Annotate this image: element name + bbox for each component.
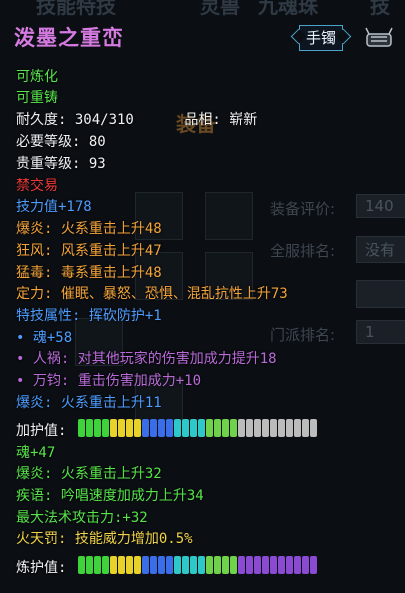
slot-badge: 手镯 xyxy=(299,25,344,51)
bar-segment xyxy=(118,556,125,574)
bar-segment xyxy=(142,556,149,574)
stat-line: 定力: 催眠、暴怒、恐惧、混乱抗性上升73 xyxy=(16,286,288,302)
stat-line: 猛毒: 毒系重击上升48 xyxy=(16,265,162,281)
bar-segment xyxy=(310,556,317,574)
bar-segment xyxy=(110,556,117,574)
bar-segment xyxy=(206,419,213,437)
bar-segment xyxy=(166,556,173,574)
bar-segment xyxy=(94,556,101,574)
bar-segment xyxy=(214,419,221,437)
bar-segment xyxy=(206,556,213,574)
bar-segment xyxy=(102,556,109,574)
close-icon[interactable] xyxy=(364,26,394,52)
bar-segment xyxy=(246,556,253,574)
bar-segment xyxy=(78,556,85,574)
bar-segment xyxy=(150,419,157,437)
bar-segment xyxy=(158,419,165,437)
bar-segment xyxy=(134,419,141,437)
bar-segment xyxy=(134,556,141,574)
bar-segment xyxy=(166,419,173,437)
stat-line: 爆炎: 火系重击上升11 xyxy=(16,395,162,411)
bar-segment xyxy=(110,419,117,437)
bar-segment xyxy=(270,556,277,574)
stat-line: 可炼化 xyxy=(16,69,58,85)
bar-segment xyxy=(302,556,309,574)
stat-line: 最大法术攻击力:+32 xyxy=(16,510,148,526)
bar-segment xyxy=(198,419,205,437)
special-attr-line: 特技属性: 挥砍防护+1 xyxy=(16,308,162,324)
bar-segment xyxy=(182,419,189,437)
bar-segment xyxy=(198,556,205,574)
bar-segment xyxy=(278,556,285,574)
bar-segment xyxy=(126,419,133,437)
refine-label: 炼护值: xyxy=(16,560,67,576)
bar-segment xyxy=(94,419,101,437)
bar-segment xyxy=(302,419,309,437)
bar-segment xyxy=(102,419,109,437)
no-trade-line: 禁交易 xyxy=(16,178,58,194)
required-level-line: 必要等级: 80 xyxy=(16,134,106,150)
item-name: 泼墨之重峦 xyxy=(14,26,124,50)
bar-segment xyxy=(270,419,277,437)
item-tooltip: 泼墨之重峦 手镯 可炼化 可重铸 耐久度: 304/310 品相: 崭新 必要等… xyxy=(0,0,405,593)
bar-segment xyxy=(294,419,301,437)
bar-segment xyxy=(86,556,93,574)
stat-line: 可重铸 xyxy=(16,90,58,106)
bar-segment xyxy=(118,419,125,437)
bar-segment xyxy=(294,556,301,574)
stat-line: 狂风: 风系重击上升47 xyxy=(16,243,162,259)
durability-line: 耐久度: 304/310 品相: 崭新 xyxy=(16,112,258,128)
bar-segment xyxy=(238,556,245,574)
protect-label: 加护值: xyxy=(16,423,67,439)
bar-segment xyxy=(174,419,181,437)
stat-line: 疾语: 吟唱速度加成力上升34 xyxy=(16,488,204,504)
stat-line: • 人祸: 对其他玩家的伤害加成力提升18 xyxy=(16,351,277,367)
stat-line: 爆炎: 火系重击上升48 xyxy=(16,221,162,237)
bar-segment xyxy=(86,419,93,437)
bar-segment xyxy=(174,556,181,574)
bar-segment xyxy=(230,419,237,437)
stat-line: 魂+47 xyxy=(16,445,56,461)
bar-segment xyxy=(190,419,197,437)
bar-segment xyxy=(254,556,261,574)
bar-segment xyxy=(190,556,197,574)
bar-segment xyxy=(246,419,253,437)
value-level-line: 贵重等级: 93 xyxy=(16,156,106,172)
bar-segment xyxy=(230,556,237,574)
bar-segment xyxy=(286,419,293,437)
bar-segment xyxy=(150,556,157,574)
bar-segment xyxy=(222,556,229,574)
bar-segment xyxy=(238,419,245,437)
bar-segment xyxy=(222,419,229,437)
bar-segment xyxy=(278,419,285,437)
stat-line: 技力值+178 xyxy=(16,199,92,215)
bar-segment xyxy=(286,556,293,574)
bar-segment xyxy=(182,556,189,574)
stat-line: • 万钧: 重击伤害加成力+10 xyxy=(16,373,202,389)
bar-segment xyxy=(142,419,149,437)
bar-segment xyxy=(214,556,221,574)
stat-line: 火天罚: 技能威力增加0.5% xyxy=(16,531,193,547)
refine-bar xyxy=(78,556,317,574)
bar-segment xyxy=(254,419,261,437)
stat-line: 爆炎: 火系重击上升32 xyxy=(16,466,162,482)
bar-segment xyxy=(158,556,165,574)
bar-segment xyxy=(310,419,317,437)
protect-bar xyxy=(78,419,317,437)
stat-line: • 魂+58 xyxy=(16,330,73,346)
bar-segment xyxy=(78,419,85,437)
bar-segment xyxy=(126,556,133,574)
bar-segment xyxy=(262,556,269,574)
bar-segment xyxy=(262,419,269,437)
